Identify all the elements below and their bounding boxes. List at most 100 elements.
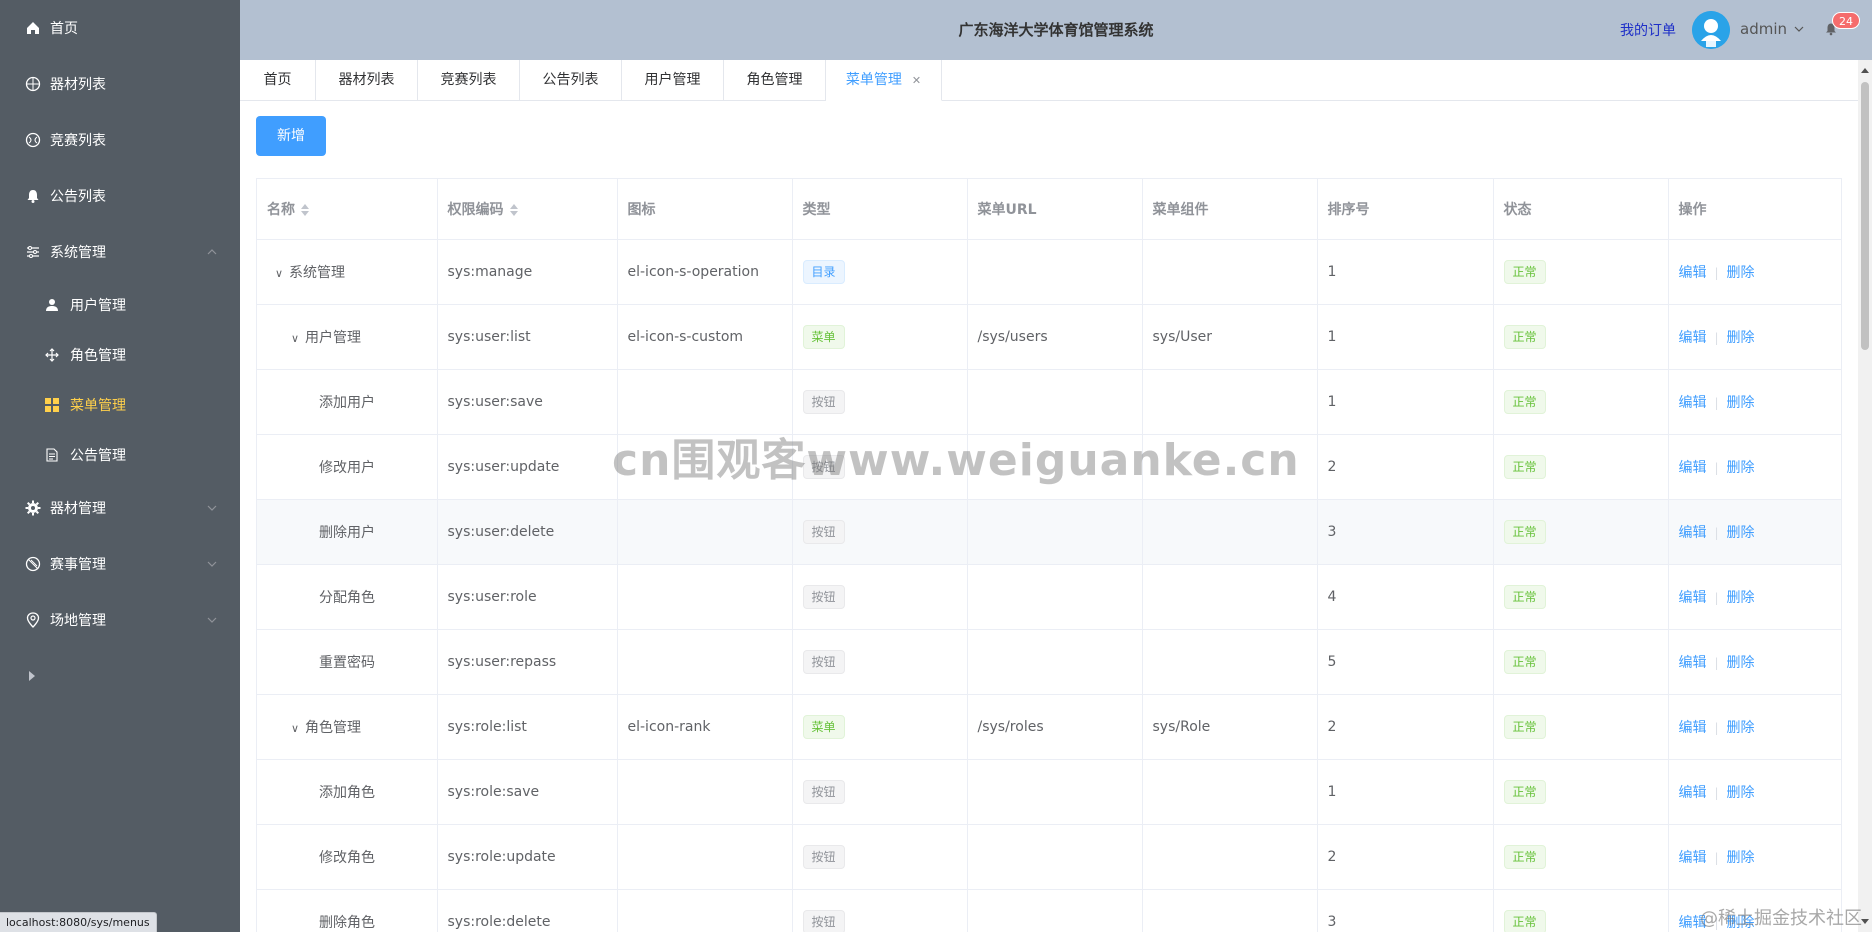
expand-arrow-icon[interactable]: ∨ [271,267,287,280]
cell-name: ∨ 角色管理 [257,694,438,760]
cell-type: 菜单 [792,304,968,370]
sort-icon[interactable] [301,203,309,217]
cell-order: 4 [1317,564,1494,630]
sidebar-item-roles[interactable]: 角色管理 [0,330,240,380]
delete-link[interactable]: 删除 [1727,720,1755,736]
status-badge: 正常 [1503,259,1546,284]
delete-link[interactable]: 删除 [1727,850,1755,866]
caret-right-icon[interactable] [24,668,40,684]
cell-component [1142,629,1318,695]
type-tag: 按钮 [802,584,845,609]
edit-link[interactable]: 编辑 [1679,915,1707,931]
expand-arrow-icon[interactable]: ∨ [287,332,303,345]
table-row: 修改角色 sys:role:update 按钮 2 正常 编辑 | 删除 [257,824,1841,890]
my-orders-link[interactable]: 我的订单 [1620,20,1676,40]
column-header-status: 状态 [1493,179,1669,240]
edit-link[interactable]: 编辑 [1679,395,1707,411]
tab-equipment-list[interactable]: 器材列表 [316,60,418,101]
sidebar-item-home[interactable]: 首页 [0,0,240,56]
sidebar-item-competition-list[interactable]: 竞赛列表 [0,112,240,168]
edit-link[interactable]: 编辑 [1679,590,1707,606]
menu-table: 名称 权限编码 图标 类型 菜单URL 菜单组件 排序号 状态 操作 ∨ 系统管理… [256,178,1842,932]
add-button[interactable]: 新增 [256,116,326,156]
sidebar-item-venue-mgmt[interactable]: 场地管理 [0,592,240,648]
cell-name: 添加角色 [257,759,438,825]
scroll-up-arrow-icon[interactable] [1861,68,1869,73]
delete-link[interactable]: 删除 [1727,655,1755,671]
cell-name-text: 修改用户 [319,459,375,476]
cell-type: 菜单 [792,694,968,760]
bell-icon [24,187,42,205]
edit-link[interactable]: 编辑 [1679,720,1707,736]
delete-link[interactable]: 删除 [1727,265,1755,281]
cell-component [1142,759,1318,825]
edit-link[interactable]: 编辑 [1679,330,1707,346]
edit-link[interactable]: 编辑 [1679,655,1707,671]
notification-badge: 24 [1832,12,1860,29]
tab-menu-mgmt[interactable]: 菜单管理 ✕ [826,60,942,101]
delete-link[interactable]: 删除 [1727,395,1755,411]
tab-bar: 首页 器材列表 竞赛列表 公告列表 用户管理 角色管理 菜单管理 ✕ [240,60,1858,101]
edit-link[interactable]: 编辑 [1679,525,1707,541]
cell-name-text: 删除角色 [319,914,375,931]
delete-link[interactable]: 删除 [1727,525,1755,541]
cell-status: 正常 [1493,369,1669,435]
cell-name: 分配角色 [257,564,438,630]
sidebar-item-events-mgmt[interactable]: 赛事管理 [0,536,240,592]
cell-component [1142,369,1318,435]
tab-home[interactable]: 首页 [240,60,316,101]
status-bar-url: localhost:8080/sys/menus [0,912,157,932]
sidebar-item-label: 公告列表 [50,189,106,205]
tab-role-mgmt[interactable]: 角色管理 [724,60,826,101]
delete-link[interactable]: 删除 [1727,915,1755,931]
cell-url [967,889,1143,932]
delete-link[interactable]: 删除 [1727,460,1755,476]
table-row: 删除角色 sys:role:delete 按钮 3 正常 编辑 | 删除 [257,889,1841,932]
cell-icon [617,629,793,695]
avatar[interactable] [1692,11,1730,49]
scroll-thumb[interactable] [1861,82,1869,350]
sidebar-item-label: 场地管理 [50,613,106,629]
sidebar-item-users[interactable]: 用户管理 [0,280,240,330]
edit-link[interactable]: 编辑 [1679,265,1707,281]
sidebar-item-system[interactable]: 系统管理 [0,224,240,280]
cell-icon [617,369,793,435]
sidebar-item-label: 器材管理 [50,501,106,517]
cell-perm: sys:user:save [437,369,618,435]
edit-link[interactable]: 编辑 [1679,785,1707,801]
sidebar-item-equipment-list[interactable]: 器材列表 [0,56,240,112]
cell-name: ∨ 用户管理 [257,304,438,370]
cell-name: 重置密码 [257,629,438,695]
sidebar-item-notices[interactable]: 公告管理 [0,430,240,480]
expand-arrow-icon[interactable]: ∨ [287,722,303,735]
cell-status: 正常 [1493,499,1669,565]
edit-link[interactable]: 编辑 [1679,460,1707,476]
scroll-down-arrow-icon[interactable] [1861,919,1869,924]
user-dropdown[interactable]: admin [1740,20,1805,38]
cell-name: 修改角色 [257,824,438,890]
sidebar-item-label: 菜单管理 [70,398,126,414]
tab-user-mgmt[interactable]: 用户管理 [622,60,724,101]
tab-competition-list[interactable]: 竞赛列表 [418,60,520,101]
delete-link[interactable]: 删除 [1727,785,1755,801]
edit-link[interactable]: 编辑 [1679,850,1707,866]
delete-link[interactable]: 删除 [1727,590,1755,606]
sidebar-item-equipment-mgmt[interactable]: 器材管理 [0,480,240,536]
sidebar-item-label: 赛事管理 [50,557,106,573]
sort-icon[interactable] [509,203,518,217]
type-tag: 按钮 [802,519,845,544]
cell-url [967,824,1143,890]
sidebar-item-notice-list[interactable]: 公告列表 [0,168,240,224]
divider: | [1714,265,1719,280]
sidebar-item-menus[interactable]: 菜单管理 [0,380,240,430]
page-scrollbar[interactable] [1858,60,1872,932]
close-icon[interactable]: ✕ [912,74,921,87]
delete-link[interactable]: 删除 [1727,330,1755,346]
table-row: 重置密码 sys:user:repass 按钮 5 正常 编辑 | 删除 [257,629,1841,695]
cell-actions: 编辑 | 删除 [1668,304,1841,370]
column-header-name[interactable]: 名称 [257,179,438,240]
column-header-perm[interactable]: 权限编码 [437,179,618,240]
cell-url: /sys/users [967,304,1143,370]
cell-perm: sys:user:list [437,304,618,370]
tab-notice-list[interactable]: 公告列表 [520,60,622,101]
